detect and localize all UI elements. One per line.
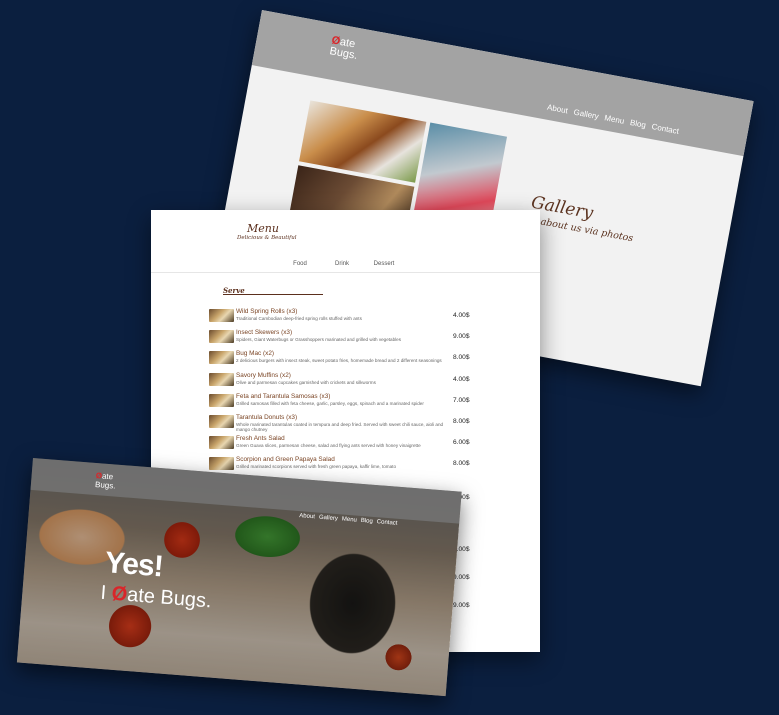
menu-item-price: 4.00$ bbox=[453, 312, 470, 319]
no-bug-icon: Ø bbox=[110, 582, 129, 606]
menu-item-price: 4.00$ bbox=[453, 375, 470, 383]
menu-item-name: Savory Muffins (x2) bbox=[236, 371, 291, 379]
tabs-divider bbox=[151, 272, 540, 273]
menu-item[interactable]: Feta and Tarantula Samosas (x3) Grilled … bbox=[209, 393, 474, 414]
nav-blog[interactable]: Blog bbox=[361, 518, 373, 525]
nav-contact[interactable]: Contact bbox=[651, 122, 680, 136]
home-logo[interactable]: Øate Bugs. bbox=[95, 471, 117, 491]
menu-item-name: Insect Skewers (x3) bbox=[236, 329, 293, 337]
menu-item-price: 8.00$ bbox=[453, 354, 470, 362]
menu-item-price: 6.00$ bbox=[453, 439, 470, 447]
nav-gallery[interactable]: Gallery bbox=[319, 515, 338, 522]
menu-item-thumbnail bbox=[209, 330, 234, 344]
menu-item-name: Feta and Tarantula Samosas (x3) bbox=[236, 392, 331, 400]
nav-about[interactable]: About bbox=[546, 103, 568, 116]
menu-item-price: 8.00$ bbox=[453, 460, 470, 468]
menu-item[interactable]: Wild Spring Rolls (x3) Traditional Cambo… bbox=[209, 308, 474, 329]
menu-item-description: Spiders, Giant Waterbugs or Grasshoppers… bbox=[236, 337, 402, 343]
gallery-logo[interactable]: Øate Bugs. bbox=[329, 34, 361, 62]
menu-item-description: Olive and parmesan cupcakes garnished wi… bbox=[236, 379, 376, 385]
nav-contact[interactable]: Contact bbox=[377, 519, 398, 527]
menu-item-name: Fresh Ants Salad bbox=[236, 435, 285, 443]
tagline-rest: ate Bugs. bbox=[126, 583, 213, 613]
menu-item-price: 9.00$ bbox=[453, 333, 470, 341]
menu-item-thumbnail bbox=[209, 436, 234, 450]
menu-item-name: Tarantula Donuts (x3) bbox=[236, 413, 298, 421]
menu-item-name: Wild Spring Rolls (x3) bbox=[236, 308, 298, 315]
menu-item-thumbnail bbox=[209, 457, 234, 471]
menu-item-price: 7.00$ bbox=[453, 396, 470, 404]
hero-headline: Yes! bbox=[103, 546, 164, 584]
gallery-nav: About Gallery Menu Blog Contact bbox=[546, 103, 679, 136]
menu-title: Menu bbox=[247, 222, 279, 235]
menu-item[interactable]: Tarantula Donuts (x3) Whole marinated ta… bbox=[209, 414, 474, 435]
nav-menu[interactable]: Menu bbox=[604, 113, 625, 125]
menu-item-description: Whole marinated tarantulas coated in tem… bbox=[236, 421, 444, 432]
menu-item-description: Green Guava slices, parmesan cheese, sal… bbox=[236, 443, 421, 449]
menu-item-thumbnail bbox=[209, 351, 234, 365]
menu-item-list: Wild Spring Rolls (x3) Traditional Cambo… bbox=[209, 308, 474, 478]
hero-tagline: I Øate Bugs. bbox=[100, 582, 213, 614]
nav-gallery[interactable]: Gallery bbox=[573, 108, 600, 121]
menu-item-thumbnail bbox=[209, 372, 234, 386]
menu-item-description: Grilled samosas filled with feta cheese,… bbox=[236, 400, 424, 406]
menu-item-price: 8.00$ bbox=[453, 417, 470, 425]
menu-item-price: 9.00$ bbox=[453, 602, 470, 609]
menu-subtitle: Delicious & Beautiful bbox=[237, 235, 297, 241]
menu-item-name: Scorpion and Green Papaya Salad bbox=[236, 456, 335, 464]
nav-menu[interactable]: Menu bbox=[342, 516, 357, 523]
logo-text-2: Bugs. bbox=[94, 479, 116, 491]
menu-item[interactable]: Bug Mac (x2) 2 delicious burgers with in… bbox=[209, 350, 474, 371]
menu-item-description: Grilled marinated scorpions served with … bbox=[236, 464, 397, 470]
menu-item-name: Bug Mac (x2) bbox=[236, 350, 275, 358]
menu-item-description: 2 delicious burgers with insect steak, s… bbox=[236, 358, 442, 364]
menu-item-thumbnail bbox=[209, 309, 234, 322]
menu-item[interactable]: Insect Skewers (x3) Spiders, Giant Water… bbox=[209, 329, 474, 350]
home-page-screenshot: Øate Bugs. About Gallery Menu Blog Conta… bbox=[16, 458, 462, 697]
menu-item[interactable]: Savory Muffins (x2) Olive and parmesan c… bbox=[209, 372, 474, 393]
nav-about[interactable]: About bbox=[299, 513, 315, 520]
menu-item-thumbnail bbox=[209, 393, 234, 407]
menu-item-thumbnail bbox=[209, 414, 234, 428]
menu-item-description: Traditional Cambodian deep-fried spring … bbox=[236, 316, 362, 321]
menu-item[interactable]: Fresh Ants Salad Green Guava slices, par… bbox=[209, 435, 474, 456]
menu-item-price: 9.00$ bbox=[453, 574, 470, 581]
section-underline bbox=[223, 294, 323, 295]
nav-blog[interactable]: Blog bbox=[629, 118, 646, 130]
